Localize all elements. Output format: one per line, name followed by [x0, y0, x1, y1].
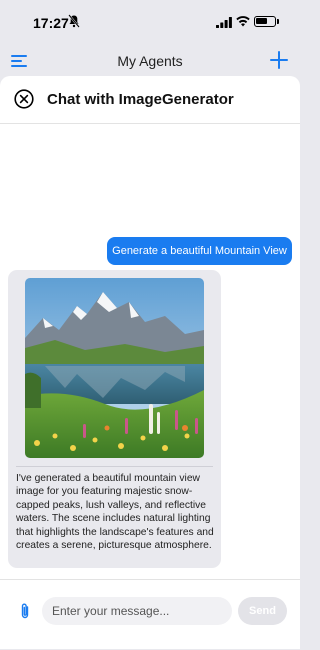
user-message-bubble: Generate a beautiful Mountain View — [107, 237, 292, 265]
bell-slash-icon — [68, 14, 80, 28]
sheet-header: Chat with ImageGenerator — [0, 76, 300, 124]
status-bar: 17:27 — [0, 0, 300, 44]
plus-icon[interactable] — [270, 51, 288, 69]
close-icon[interactable] — [14, 89, 34, 109]
assistant-message-text: I've generated a beautiful mountain view… — [16, 473, 214, 552]
user-message-text: Generate a beautiful Mountain View — [112, 245, 287, 257]
composer-bar: Send — [0, 579, 300, 650]
battery-icon — [254, 16, 276, 27]
message-divider — [16, 466, 213, 467]
message-input[interactable] — [42, 597, 232, 625]
generated-mountain-image[interactable] — [25, 278, 204, 458]
signal-icon — [216, 17, 232, 28]
chat-sheet: Chat with ImageGenerator Generate a beau… — [0, 76, 300, 649]
send-button[interactable]: Send — [238, 597, 287, 625]
sheet-title: Chat with ImageGenerator — [47, 91, 234, 108]
assistant-message-bubble: I've generated a beautiful mountain view… — [8, 270, 221, 568]
battery-tip — [277, 19, 279, 24]
paperclip-icon[interactable] — [20, 602, 30, 620]
wifi-icon — [236, 16, 250, 27]
status-time: 17:27 — [33, 15, 69, 31]
background-title: My Agents — [117, 53, 183, 69]
